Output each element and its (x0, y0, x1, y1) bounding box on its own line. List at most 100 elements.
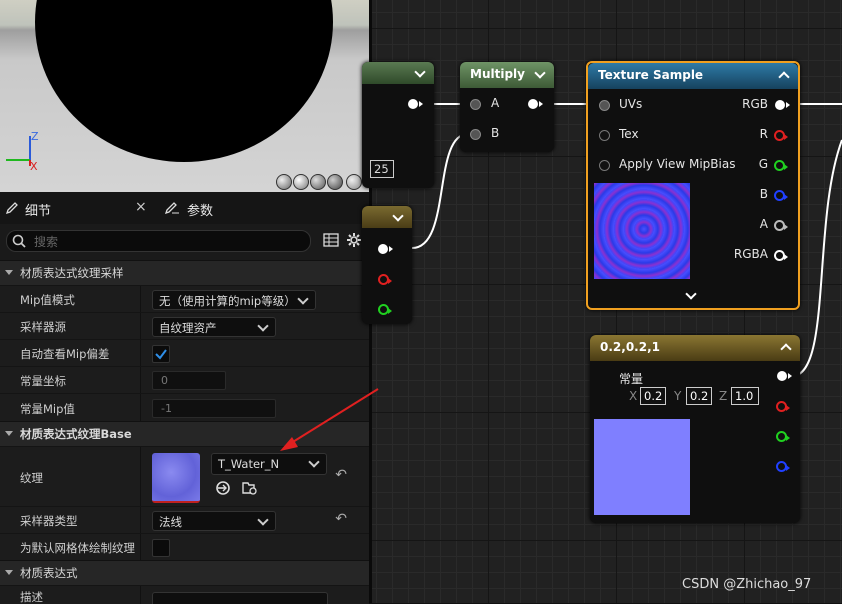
chevron-down-icon[interactable] (414, 66, 426, 78)
input-pin-b[interactable] (470, 129, 481, 140)
row-default-mesh-paint: 为默认网格体绘制纹理 (0, 533, 369, 560)
sampler-type-value: 法线 (159, 515, 182, 529)
y-value-input[interactable]: 0.2 (686, 387, 712, 405)
partial-node-header (362, 206, 412, 228)
output-pin-g[interactable] (774, 160, 788, 171)
input-pin-uvs[interactable] (599, 100, 610, 111)
output-pin[interactable] (528, 99, 543, 109)
output-pin-a[interactable] (774, 220, 788, 231)
output-pin[interactable] (378, 244, 393, 254)
partial-node-top[interactable]: 25 (362, 62, 434, 188)
preview-custom-mesh-button[interactable] (346, 174, 362, 190)
output-pin-rgb[interactable] (777, 371, 792, 381)
texture-label: 纹理 (20, 471, 43, 485)
partial-value-box[interactable]: 25 (370, 160, 394, 178)
output-pin-b[interactable] (776, 461, 790, 472)
reset-to-default-icon[interactable]: ↶ (335, 511, 347, 527)
output-pin-r[interactable] (378, 274, 392, 285)
output-rgba-label: RGBA (733, 247, 768, 261)
constant3vector-node[interactable]: 0.2,0.2,1 常量 X 0.2 Y 0.2 Z 1.0 (590, 335, 800, 523)
settings-gear-icon[interactable] (346, 232, 362, 248)
use-selected-asset-icon[interactable] (215, 480, 231, 496)
tab-details[interactable]: 细节 (25, 200, 51, 219)
category-texture-sample[interactable]: 材质表达式纹理采样 (0, 260, 369, 285)
chevron-down-icon (308, 456, 320, 468)
preview-sphere-button[interactable] (293, 174, 309, 190)
reset-to-default-icon[interactable]: ↶ (335, 467, 347, 483)
auto-mip-checkbox[interactable] (152, 345, 170, 363)
const-mip-input[interactable]: -1 (152, 399, 276, 418)
const-coord-input[interactable]: 0 (152, 371, 226, 390)
chevron-up-icon[interactable] (780, 343, 792, 355)
expand-chevron-icon[interactable] (685, 288, 697, 300)
watermark: CSDN @Zhichao_97 (682, 577, 812, 592)
partial-node-constant[interactable] (362, 206, 412, 324)
output-pin-r[interactable] (776, 401, 790, 412)
sampler-source-label: 采样器源 (20, 320, 66, 334)
z-label: Z (719, 389, 728, 403)
texture-asset-dropdown[interactable]: T_Water_N (211, 453, 327, 475)
category-title: 材质表达式纹理采样 (20, 266, 124, 280)
panel-tab-bar: 细节 × 参数 (0, 192, 369, 224)
search-input[interactable]: 搜索 (6, 230, 311, 252)
chevron-down-icon[interactable] (392, 210, 404, 222)
input-mipbias-label: Apply View MipBias (619, 157, 736, 171)
sampler-source-dropdown[interactable]: 自纹理资产 (152, 317, 276, 337)
close-tab-icon[interactable]: × (135, 199, 147, 215)
table-view-icon[interactable] (323, 233, 339, 247)
input-pin-mipbias[interactable] (599, 160, 610, 171)
output-pin-rgba[interactable] (774, 250, 788, 261)
constant-node-header: 0.2,0.2,1 (590, 335, 800, 361)
input-pin-a[interactable] (470, 99, 481, 110)
preview-plane-button[interactable] (310, 174, 326, 190)
row-description: 描述 (0, 585, 369, 604)
const-coord-value: 0 (161, 374, 168, 387)
output-pin-r[interactable] (774, 130, 788, 141)
output-pin-g[interactable] (776, 431, 790, 442)
input-uvs-label: UVs (619, 97, 643, 111)
output-rgb-label: RGB (742, 97, 768, 111)
output-pin-b[interactable] (774, 190, 788, 201)
input-pin-tex[interactable] (599, 130, 610, 141)
mip-mode-dropdown[interactable]: 无（使用计算的mip等级） (152, 290, 316, 310)
category-title: 材质表达式 (20, 566, 78, 580)
y-label: Y (674, 389, 682, 403)
search-placeholder: 搜索 (34, 235, 59, 249)
parameters-pencil-icon (164, 202, 179, 215)
output-b-label: B (759, 187, 768, 201)
z-value: 1.0 (735, 389, 754, 403)
browse-asset-icon[interactable] (241, 480, 259, 496)
texture-sample-node[interactable]: Texture Sample UVs Tex Apply View MipBia… (586, 61, 800, 310)
auto-mip-label: 自动查看Mip偏差 (20, 347, 110, 361)
output-pin[interactable] (408, 99, 423, 109)
category-material-expression[interactable]: 材质表达式 (0, 560, 369, 585)
x-value-input[interactable]: 0.2 (640, 387, 666, 405)
multiply-node-header: Multiply (460, 62, 554, 88)
default-mesh-checkbox[interactable] (152, 539, 170, 557)
sampler-source-value: 自纹理资产 (159, 321, 217, 335)
annotation-arrow (280, 388, 379, 451)
texture-thumbnail[interactable] (152, 453, 200, 503)
output-pin-g[interactable] (378, 304, 392, 315)
output-pin-rgb[interactable] (775, 100, 790, 110)
texture-sample-title: Texture Sample (598, 68, 704, 82)
preview-cube-button[interactable] (327, 174, 343, 190)
search-icon (12, 234, 26, 248)
chevron-down-icon[interactable] (534, 67, 546, 79)
preview-cylinder-button[interactable] (276, 174, 292, 190)
output-g-label: G (758, 157, 768, 171)
z-value-input[interactable]: 1.0 (731, 387, 759, 405)
material-graph-canvas[interactable]: 25 Multiply A B Texture Sample UVs Tex A… (362, 0, 842, 603)
chevron-up-icon[interactable] (778, 71, 790, 83)
texture-sample-header: Texture Sample (588, 63, 798, 89)
row-sampler-source: 采样器源 自纹理资产 (0, 312, 369, 339)
material-preview-viewport[interactable]: Z X (0, 0, 369, 192)
tab-parameters[interactable]: 参数 (187, 200, 213, 219)
sampler-type-dropdown[interactable]: 法线 (152, 511, 276, 531)
input-tex-label: Tex (619, 127, 639, 141)
collapse-caret-icon (5, 431, 13, 436)
row-auto-mip-bias: 自动查看Mip偏差 (0, 339, 369, 366)
multiply-node[interactable]: Multiply A B (460, 62, 554, 152)
description-input[interactable] (152, 592, 328, 604)
const-mip-value: -1 (161, 402, 172, 415)
